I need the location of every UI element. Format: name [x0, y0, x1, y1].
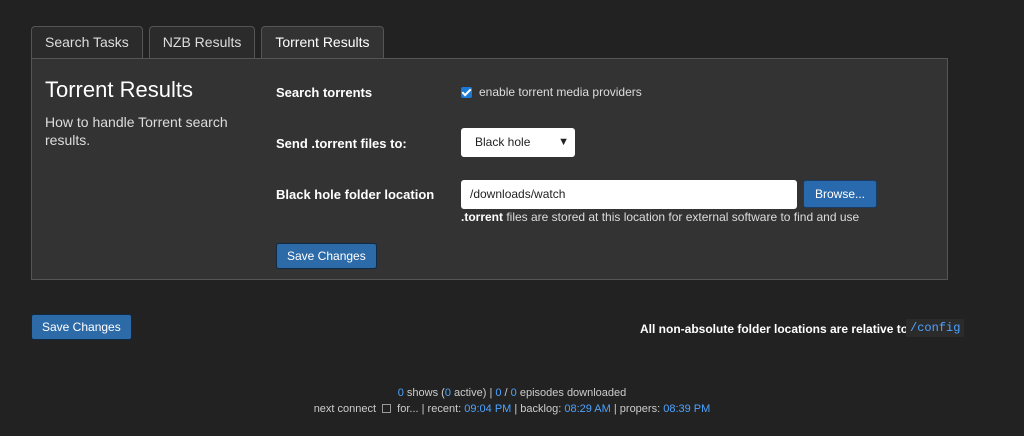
save-changes-button-global[interactable]: Save Changes: [31, 314, 132, 340]
enable-torrent-checkbox-label[interactable]: enable torrent media providers: [479, 85, 642, 99]
propers-time: 08:39 PM: [663, 403, 711, 415]
folder-hint-text: files are stored at this location for ex…: [503, 210, 860, 224]
black-hole-folder-label: Black hole folder location: [276, 187, 435, 202]
folder-hint: .torrent files are stored at this locati…: [461, 210, 859, 224]
tab-nzb-results[interactable]: NZB Results: [148, 26, 256, 58]
folder-hint-bold: .torrent: [461, 210, 503, 224]
black-hole-folder-input[interactable]: /downloads/watch: [461, 180, 797, 209]
shows-text: shows (: [403, 387, 445, 399]
config-path: /config: [906, 319, 965, 337]
chevron-down-icon: ▼: [558, 136, 569, 148]
send-torrent-files-label: Send .torrent files to:: [276, 136, 407, 151]
search-torrents-label: Search torrents: [276, 85, 373, 100]
enable-torrent-checkbox[interactable]: [461, 86, 472, 98]
tab-bar: Search Tasks NZB Results Torrent Results: [31, 26, 390, 60]
next-connect-text: next connect: [313, 403, 380, 415]
calendar-icon: [382, 404, 392, 413]
footer-schedule: next connect for... | recent: 09:04 PM |…: [0, 403, 1024, 415]
backlog-time: 08:29 AM: [564, 403, 611, 415]
enable-torrent-row: enable torrent media providers: [461, 85, 642, 99]
episodes-slash: /: [501, 387, 511, 399]
relative-path-note: All non-absolute folder locations are re…: [640, 322, 909, 336]
browse-button[interactable]: Browse...: [803, 180, 877, 208]
tab-torrent-results[interactable]: Torrent Results: [261, 26, 384, 60]
recent-time: 09:04 PM: [464, 403, 512, 415]
torrent-method-select[interactable]: Black hole ▼: [461, 128, 575, 157]
active-text: active) |: [450, 387, 496, 399]
footer-stats: 0 shows (0 active) | 0 / 0 episodes down…: [0, 387, 1024, 399]
section-description: How to handle Torrent search results.: [45, 114, 228, 148]
propers-text: | propers:: [610, 403, 664, 415]
save-changes-button[interactable]: Save Changes: [276, 243, 377, 269]
tab-search-tasks[interactable]: Search Tasks: [31, 26, 143, 58]
torrent-method-value: Black hole: [475, 135, 531, 149]
section-title: Torrent Results: [45, 77, 193, 102]
for-recent-text: for... | recent:: [394, 403, 465, 415]
backlog-text: | backlog:: [511, 403, 565, 415]
torrent-results-panel: Torrent Results How to handle Torrent se…: [31, 58, 948, 280]
episodes-text: episodes downloaded: [516, 387, 627, 399]
